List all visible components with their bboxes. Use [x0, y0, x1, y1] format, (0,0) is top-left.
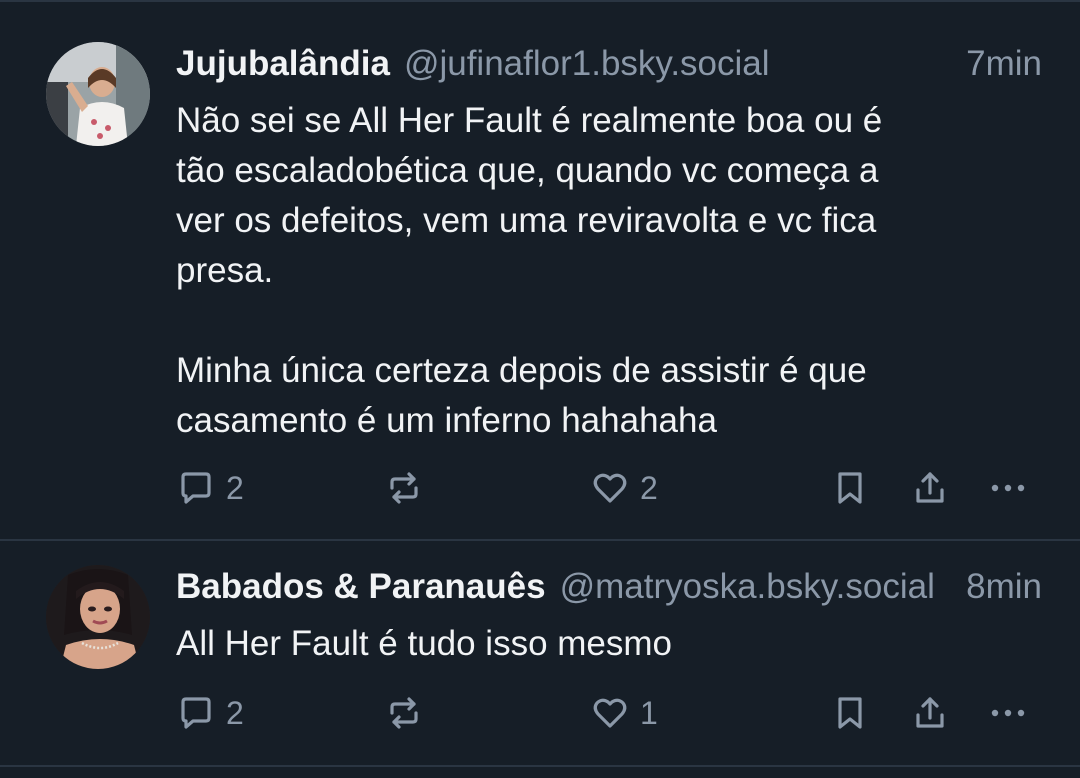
- repost-button[interactable]: [384, 466, 424, 510]
- bookmark-button[interactable]: [830, 466, 870, 510]
- post-divider: [0, 765, 1080, 767]
- bookmark-button[interactable]: [830, 691, 870, 735]
- avatar[interactable]: [46, 42, 150, 146]
- repost-icon: [390, 472, 418, 504]
- more-icon: [991, 709, 1025, 717]
- post-text: Não sei se All Her Fault é realmente boa…: [176, 101, 883, 440]
- post-item[interactable]: Babados & Paranauês @matryoska.bsky.soci…: [0, 541, 1080, 763]
- avatar[interactable]: [46, 565, 150, 669]
- post-actions: 2 2: [176, 466, 1036, 510]
- share-icon: [916, 472, 944, 503]
- post-feed: Jujubalândia @jufinaflor1.bsky.social 7m…: [0, 0, 1080, 778]
- like-icon: [593, 473, 627, 503]
- post-text: All Her Fault é tudo isso mesmo: [176, 624, 673, 663]
- reply-icon: [181, 472, 211, 504]
- share-button[interactable]: [910, 466, 950, 510]
- bookmark-icon: [838, 472, 862, 504]
- reply-icon: [181, 697, 211, 729]
- post-actions: 2 1: [176, 691, 1036, 735]
- like-button[interactable]: 2: [590, 466, 658, 510]
- author-handle[interactable]: @matryoska.bsky.social: [560, 565, 947, 609]
- share-icon: [916, 697, 944, 728]
- author-name[interactable]: Jujubalândia: [176, 42, 390, 86]
- post-item[interactable]: Jujubalândia @jufinaflor1.bsky.social 7m…: [0, 2, 1080, 539]
- reply-button[interactable]: 2: [176, 466, 244, 510]
- avatar-photo: [46, 42, 150, 146]
- more-icon: [991, 484, 1025, 492]
- more-options-button[interactable]: [986, 466, 1030, 510]
- repost-button[interactable]: [384, 691, 424, 735]
- post-time[interactable]: 7min: [966, 42, 1042, 86]
- post-time[interactable]: 8min: [966, 565, 1042, 609]
- repost-icon: [390, 697, 418, 729]
- reply-count: 2: [226, 694, 244, 731]
- author-name[interactable]: Babados & Paranauês: [176, 565, 546, 609]
- post-header: Jujubalândia @jufinaflor1.bsky.social 7m…: [176, 42, 1042, 86]
- like-button[interactable]: 1: [590, 691, 658, 735]
- like-count: 1: [640, 694, 658, 731]
- more-options-button[interactable]: [986, 691, 1030, 735]
- author-handle[interactable]: @jufinaflor1.bsky.social: [404, 42, 946, 86]
- avatar-photo: [46, 565, 150, 669]
- reply-button[interactable]: 2: [176, 691, 244, 735]
- reply-count: 2: [226, 469, 244, 506]
- like-count: 2: [640, 469, 658, 506]
- post-header: Babados & Paranauês @matryoska.bsky.soci…: [176, 565, 1042, 609]
- like-icon: [593, 698, 627, 728]
- bookmark-icon: [838, 697, 862, 729]
- share-button[interactable]: [910, 691, 950, 735]
